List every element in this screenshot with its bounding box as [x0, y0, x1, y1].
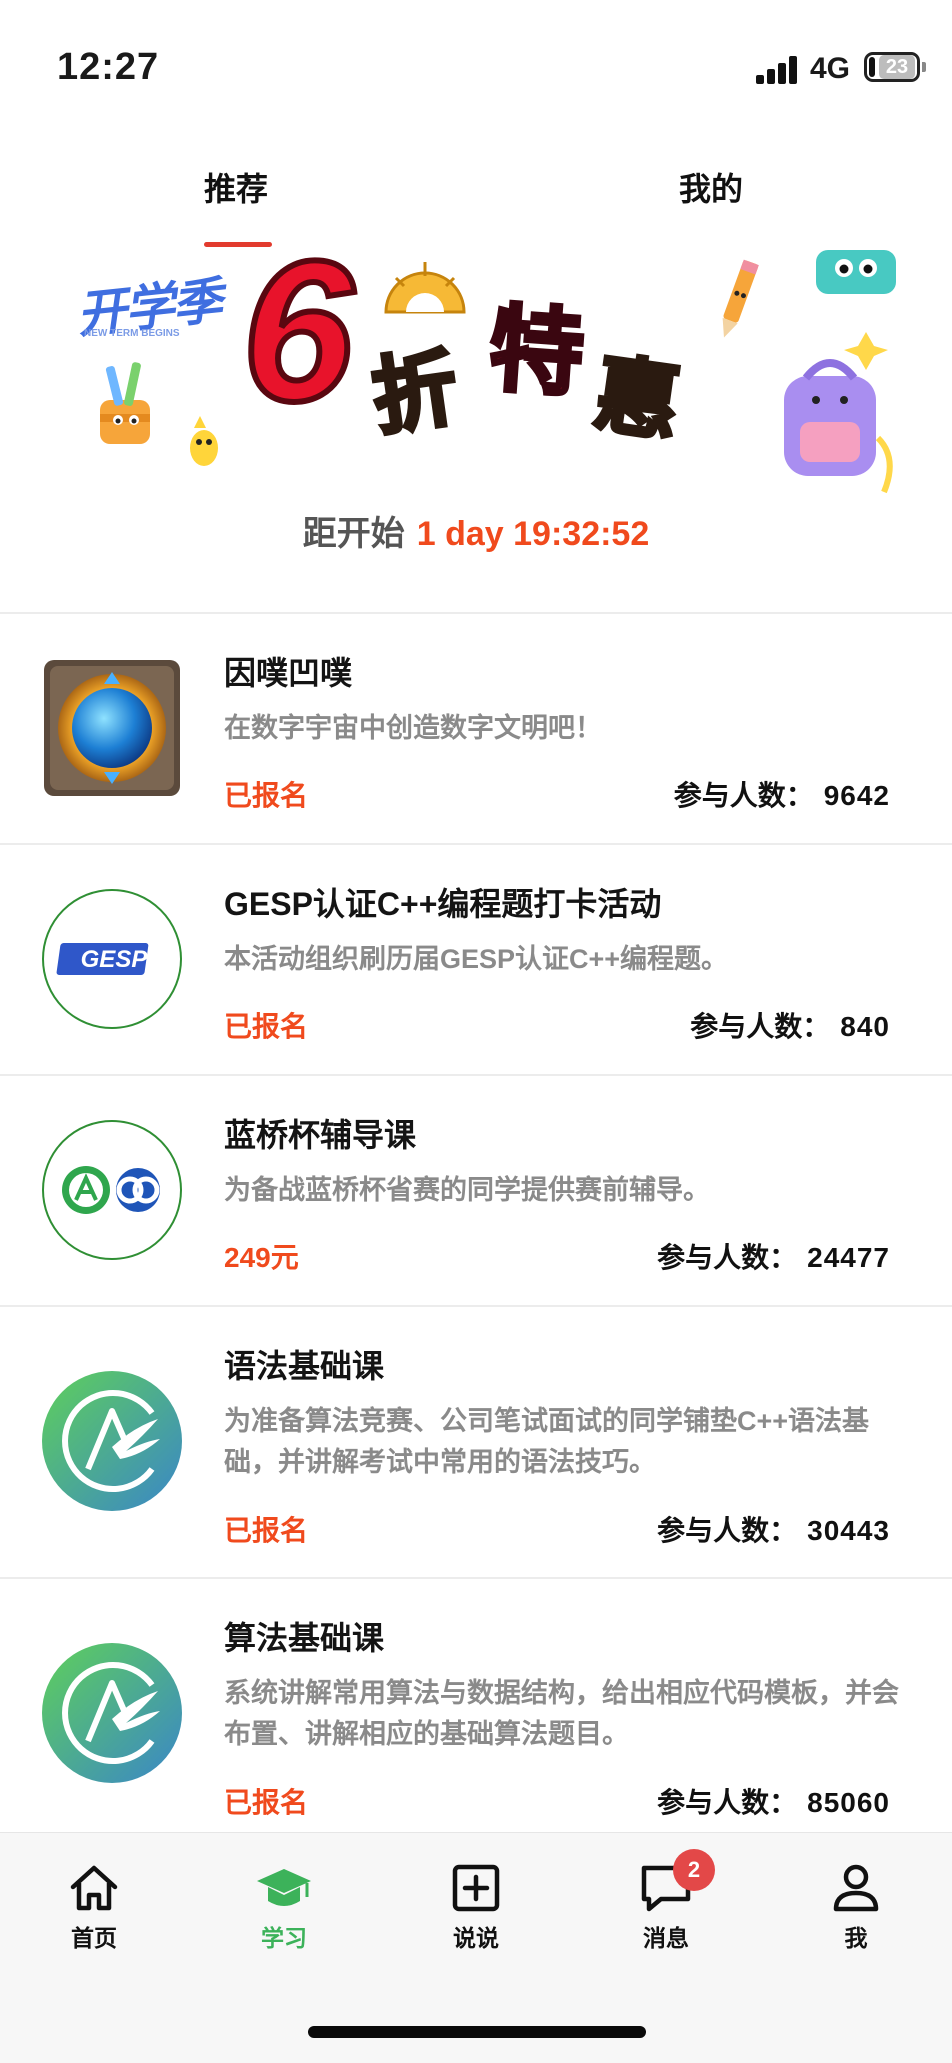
blue-gem-emblem-logo: [44, 660, 180, 796]
gesp-logo-text: GESP: [81, 946, 149, 973]
banner-char-te: 特: [484, 294, 589, 409]
course-status: 已报名: [224, 1011, 309, 1042]
participant-count-value: 24477: [807, 1242, 890, 1273]
banner-badge-sub: NEW TERM BEGINS: [84, 328, 180, 339]
battery-icon: 23: [864, 52, 920, 82]
banner-char-zhe: 折: [365, 339, 465, 448]
course-title: 算法基础课: [224, 1620, 385, 1656]
banner-char-hui: 惠: [587, 345, 687, 454]
course-card[interactable]: 语法基础课 为准备算法竞赛、公司笔试面试的同学铺垫C++语法基础，并讲解考试中常…: [0, 1307, 952, 1579]
countdown: 距开始 1 day 19:32:52: [0, 506, 952, 555]
participant-count-label: 参与人数：: [690, 1011, 831, 1042]
participant-count-value: 9642: [823, 780, 890, 811]
course-title: 蓝桥杯辅导课: [224, 1117, 417, 1153]
tab-recommend[interactable]: 推荐: [204, 164, 268, 210]
course-description: 为备战蓝桥杯省赛的同学提供赛前辅导。: [224, 1175, 710, 1205]
nav-profile-label: 我: [844, 1925, 868, 1951]
plus-square-icon: [452, 1864, 500, 1912]
course-price: 249元: [224, 1242, 299, 1273]
nav-post-label: 说说: [453, 1925, 499, 1951]
course-title: GESP认证C++编程题打卡活动: [224, 886, 662, 922]
signal-icon: [756, 56, 800, 84]
gesp-logo: GESP: [42, 889, 182, 1029]
nav-messages-label: 消息: [643, 1925, 689, 1951]
backpack-illustration: [784, 332, 893, 494]
course-status: 已报名: [224, 1787, 309, 1818]
participant-count-label: 参与人数：: [657, 1242, 798, 1273]
course-description: 系统讲解常用算法与数据结构，给出相应代码模板，并会布置、讲解相应的基础算法题目。: [224, 1678, 899, 1749]
top-tabs: 推荐 我的: [0, 150, 952, 250]
participant-count: 参与人数： 9642: [674, 774, 890, 814]
home-icon: [70, 1865, 118, 1911]
lanqiao-logo: [42, 1120, 182, 1260]
participant-count: 参与人数： 840: [690, 1005, 890, 1045]
battery-tip: [922, 62, 926, 72]
course-title: 因噗凹噗: [224, 655, 353, 691]
course-description: 在数字宇宙中创造数字文明吧！: [224, 713, 602, 743]
participant-count: 参与人数： 30443: [657, 1509, 890, 1549]
user-icon: [833, 1864, 879, 1912]
nav-messages[interactable]: 消息 2: [606, 1849, 726, 1953]
nav-study-label: 学习: [261, 1925, 307, 1951]
participant-count-value: 85060: [807, 1787, 890, 1818]
acwing-logo: [42, 1643, 182, 1783]
nav-post[interactable]: 说说: [416, 1863, 536, 1953]
participant-count-label: 参与人数：: [657, 1787, 798, 1818]
course-card[interactable]: GESP GESP认证C++编程题打卡活动 本活动组织刷历届GESP认证C++编…: [0, 845, 952, 1076]
course-card[interactable]: 因噗凹噗 在数字宇宙中创造数字文明吧！ 已报名 参与人数： 9642: [0, 614, 952, 845]
protractor-illustration: [384, 262, 466, 314]
graduation-cap-icon: [257, 1869, 311, 1906]
participant-count-label: 参与人数：: [673, 780, 814, 811]
yellow-mascot-illustration: [190, 416, 218, 466]
countdown-label: 距开始: [302, 515, 405, 553]
home-indicator[interactable]: [308, 2026, 646, 2038]
pencil-illustration: [722, 259, 759, 338]
participant-count-value: 30443: [807, 1515, 890, 1546]
course-title: 语法基础课: [224, 1348, 385, 1384]
nav-home[interactable]: 首页: [34, 1863, 154, 1953]
acwing-logo: [42, 1371, 182, 1511]
nav-study[interactable]: 学习: [224, 1863, 344, 1953]
nav-home-label: 首页: [71, 1925, 117, 1951]
course-card[interactable]: 蓝桥杯辅导课 为备战蓝桥杯省赛的同学提供赛前辅导。 249元 参与人数： 2447…: [0, 1076, 952, 1307]
course-description: 为准备算法竞赛、公司笔试面试的同学铺垫C++语法基础，并讲解考试中常用的语法技巧…: [224, 1406, 870, 1477]
status-time: 12:27: [57, 46, 160, 88]
promo-banner[interactable]: 开学季 NEW TERM BEGINS 6 折 特 惠: [66, 246, 900, 502]
course-status: 已报名: [224, 780, 309, 811]
gesp-logo-graphic: GESP: [56, 943, 149, 975]
countdown-timer: 1 day 19:32:52: [416, 515, 650, 553]
tab-mine[interactable]: 我的: [679, 164, 743, 210]
participant-count-value: 840: [840, 1011, 890, 1042]
banner-big-number: 6: [239, 246, 356, 443]
eraser-illustration: [816, 250, 896, 294]
participant-count: 参与人数： 85060: [657, 1781, 890, 1821]
course-card[interactable]: 算法基础课 系统讲解常用算法与数据结构，给出相应代码模板，并会布置、讲解相应的基…: [0, 1579, 952, 1839]
network-type: 4G: [810, 52, 851, 85]
unread-badge: 2: [673, 1849, 715, 1891]
status-bar: 12:27 4G 23: [0, 0, 952, 130]
lanqiao-logo-graphic: [62, 1166, 160, 1214]
course-status: 已报名: [224, 1515, 309, 1546]
participant-count-label: 参与人数：: [657, 1515, 798, 1546]
course-description: 本活动组织刷历届GESP认证C++编程题。: [224, 944, 729, 974]
nav-profile[interactable]: 我: [796, 1863, 916, 1953]
pencil-cup-illustration: [100, 362, 150, 444]
battery-level: 23: [879, 55, 915, 79]
participant-count: 参与人数： 24477: [657, 1236, 890, 1276]
